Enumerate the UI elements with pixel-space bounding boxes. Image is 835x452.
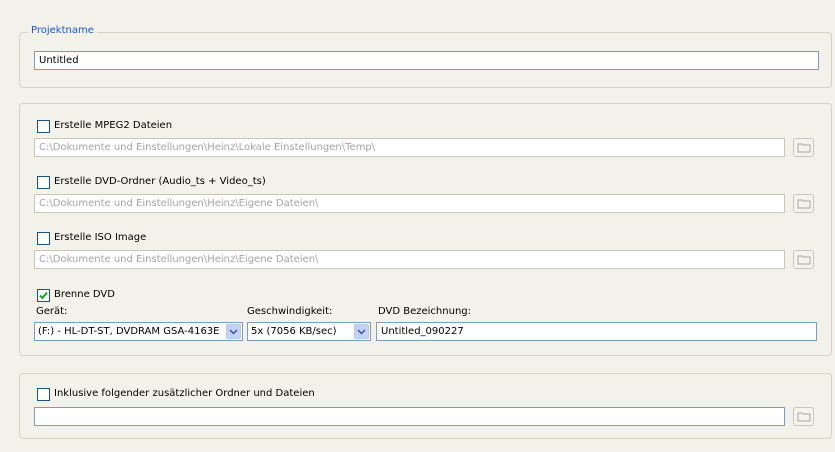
folder-icon (797, 255, 810, 265)
project-name-input[interactable]: Untitled (34, 51, 819, 70)
dvd-name-label: DVD Bezeichnung: (378, 306, 472, 317)
dvd-folder-path-input[interactable]: C:\Dokumente und Einstellungen\Heinz\Eig… (34, 194, 785, 213)
checkmark-icon (39, 291, 48, 300)
device-select[interactable]: (F:) - HL-DT-ST, DVDRAM GSA-4163E (34, 322, 243, 341)
speed-label: Geschwindigkeit: (247, 306, 333, 317)
iso-browse-button[interactable] (793, 250, 814, 269)
chevron-down-icon[interactable] (354, 324, 369, 339)
folder-icon (797, 199, 810, 209)
dvd-folder-checkbox[interactable] (37, 176, 50, 189)
iso-path-input[interactable]: C:\Dokumente und Einstellungen\Heinz\Eig… (34, 250, 785, 269)
iso-label: Erstelle ISO Image (54, 232, 147, 243)
burn-dvd-checkbox[interactable] (37, 289, 50, 302)
folder-icon (797, 412, 810, 422)
mpeg2-checkbox[interactable] (37, 120, 50, 133)
extra-files-input[interactable] (34, 407, 785, 426)
project-name-legend: Projektname (28, 25, 97, 36)
extra-files-checkbox[interactable] (37, 388, 50, 401)
dvd-folder-browse-button[interactable] (793, 194, 814, 213)
folder-icon (797, 143, 810, 153)
device-select-value: (F:) - HL-DT-ST, DVDRAM GSA-4163E (38, 326, 220, 337)
dvd-name-input[interactable]: Untitled_090227 (376, 322, 817, 341)
extra-files-browse-button[interactable] (793, 407, 814, 426)
chevron-down-icon[interactable] (226, 324, 241, 339)
speed-select[interactable]: 5x (7056 KB/sec) (247, 322, 371, 341)
mpeg2-path-input[interactable]: C:\Dokumente und Einstellungen\Heinz\Lok… (34, 138, 785, 157)
dvd-folder-label: Erstelle DVD-Ordner (Audio_ts + Video_ts… (54, 176, 266, 187)
device-label: Gerät: (36, 306, 68, 317)
mpeg2-label: Erstelle MPEG2 Dateien (54, 120, 173, 131)
mpeg2-browse-button[interactable] (793, 138, 814, 157)
iso-checkbox[interactable] (37, 232, 50, 245)
burn-dvd-label: Brenne DVD (54, 289, 115, 300)
extra-files-group (19, 373, 832, 439)
extra-files-label: Inklusive folgender zusätzlicher Ordner … (54, 388, 315, 399)
speed-select-value: 5x (7056 KB/sec) (251, 326, 337, 337)
